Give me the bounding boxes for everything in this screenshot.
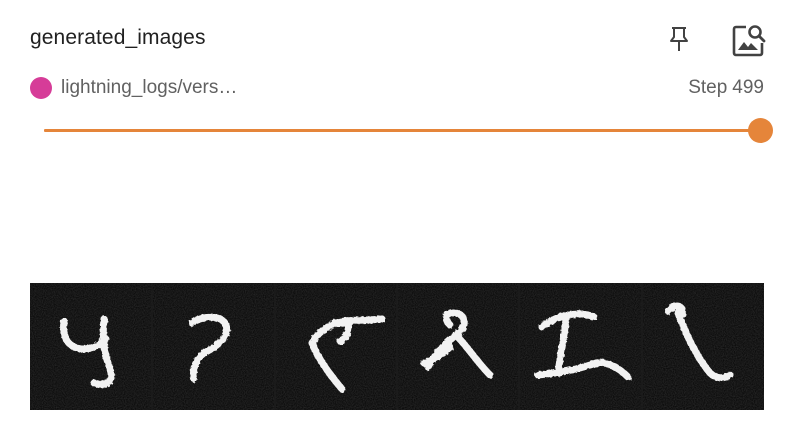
scalar-card: generated_images lightning_logs/vers… St… <box>0 0 796 434</box>
step-slider[interactable] <box>44 118 773 144</box>
step-prefix: Step <box>688 77 728 98</box>
pin-icon <box>670 27 688 51</box>
step-label: Step 499 <box>688 77 764 99</box>
generated-image <box>30 283 764 410</box>
card-title: generated_images <box>30 26 206 49</box>
generated-digits-image <box>30 283 764 410</box>
run-color-dot <box>30 77 52 99</box>
run-row: lightning_logs/vers… Step 499 <box>30 76 764 102</box>
pin-button[interactable] <box>664 24 694 54</box>
view-image-button[interactable] <box>728 20 768 60</box>
slider-thumb[interactable] <box>748 118 773 143</box>
step-value: 499 <box>732 77 764 98</box>
image-search-icon <box>732 25 766 57</box>
slider-fill <box>44 129 761 132</box>
run-name: lightning_logs/vers… <box>61 77 238 98</box>
